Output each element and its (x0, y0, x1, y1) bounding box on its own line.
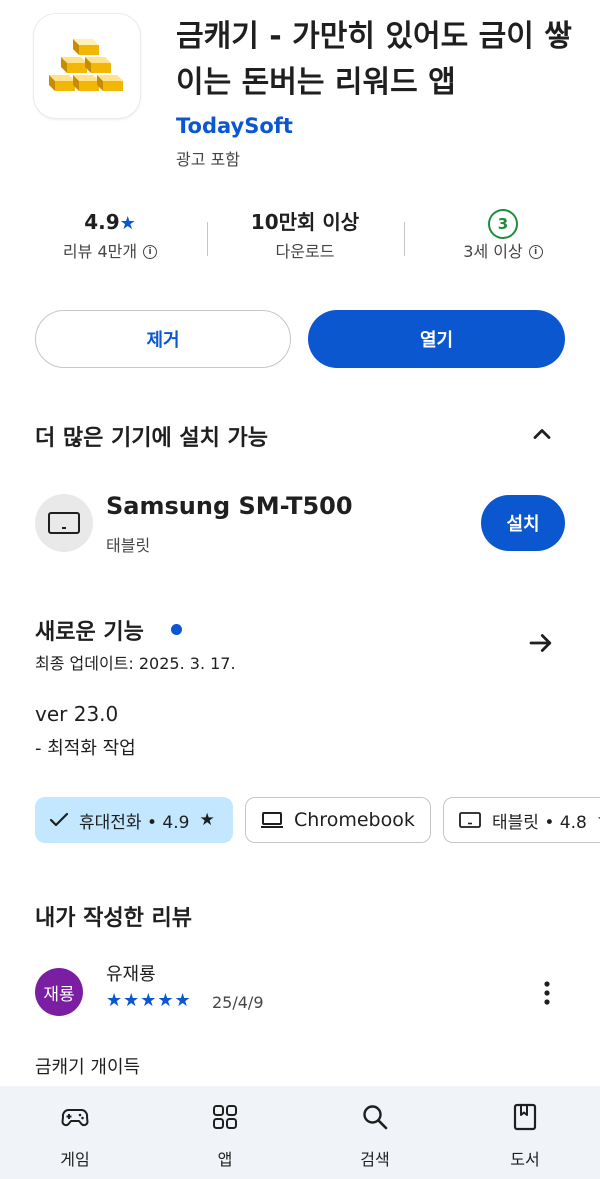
reviewer-name: 유재룡 (106, 964, 156, 985)
chip-phone-label: 휴대전화 • 4.9 (79, 812, 190, 833)
device-type: 태블릿 (106, 536, 151, 555)
nav-label-apps: 앱 (217, 1150, 233, 1169)
remove-button[interactable]: 제거 (35, 310, 291, 368)
last-updated: 최종 업데이트: 2025. 3. 17. (35, 654, 236, 673)
rating-value: 4.9 (84, 210, 120, 234)
laptop-icon (261, 812, 283, 828)
device-avatar (35, 494, 93, 552)
downloads-label: 다운로드 (275, 242, 335, 261)
nav-label-books: 도서 (510, 1150, 540, 1169)
search-icon (363, 1105, 388, 1130)
device-name: Samsung SM-T500 (106, 492, 353, 520)
arrow-right-icon[interactable] (526, 628, 556, 658)
apps-grid-icon (213, 1105, 237, 1129)
release-notes: - 최적화 작업 (35, 738, 136, 759)
nav-item-apps[interactable]: 앱 (165, 1086, 285, 1179)
my-review-title: 내가 작성한 리뷰 (35, 906, 192, 931)
nav-label-search: 검색 (360, 1150, 390, 1169)
stats-divider (404, 222, 405, 256)
book-icon (513, 1103, 537, 1131)
gamepad-icon (61, 1109, 89, 1127)
more-vert-icon[interactable] (535, 978, 559, 1008)
age-rating-stat[interactable]: 3 3세 이상 i (450, 206, 556, 266)
whats-new-title[interactable]: 새로운 기능 (35, 614, 144, 646)
avatar: 재룡 (35, 968, 83, 1016)
chip-tablet-label: 태블릿 • 4.8 (492, 812, 587, 833)
version-text: ver 23.0 (35, 702, 119, 726)
chip-chromebook[interactable]: Chromebook (245, 797, 431, 843)
app-icon[interactable] (34, 14, 140, 118)
install-button[interactable]: 설치 (481, 495, 565, 551)
age-rating-label: 3세 이상 (463, 242, 523, 261)
downloads-stat: 10만회 이상 다운로드 (240, 206, 370, 266)
stats-divider (207, 222, 208, 256)
review-date: 25/4/9 (212, 993, 264, 1012)
nav-label-games: 게임 (60, 1150, 90, 1169)
more-devices-title: 더 많은 기기에 설치 가능 (35, 426, 269, 451)
age-rating-badge: 3 (488, 209, 518, 239)
rating-stat[interactable]: 4.9★ 리뷰 4만개 i (55, 206, 165, 266)
info-icon: i (143, 245, 158, 259)
new-indicator-dot (171, 624, 182, 635)
chip-tablet[interactable]: 태블릿 • 4.8★ (443, 797, 600, 843)
nav-item-games[interactable]: 게임 (15, 1086, 135, 1179)
nav-item-books[interactable]: 도서 (465, 1086, 585, 1179)
info-icon: i (528, 245, 543, 259)
app-detail-page: 금캐기 - 가만히 있어도 금이 쌓이는 돈버는 리워드 앱 TodaySoft… (0, 0, 600, 1179)
check-icon (49, 812, 69, 827)
bottom-nav: 게임 앱 검색 도서 (0, 1086, 600, 1179)
star-icon: ★ (199, 810, 215, 830)
downloads-value: 10만회 이상 (250, 210, 360, 234)
ads-label: 광고 포함 (176, 150, 240, 169)
review-text: 금캐기 개이득 (35, 1057, 141, 1078)
open-button[interactable]: 열기 (308, 310, 565, 368)
star-icon: ★ (119, 213, 136, 234)
chip-chromebook-label: Chromebook (294, 809, 415, 831)
review-stars: ★★★★★ (106, 990, 192, 1011)
gold-bars-icon (49, 39, 123, 91)
tablet-icon (459, 812, 481, 828)
nav-item-search[interactable]: 검색 (315, 1086, 435, 1179)
chevron-up-icon[interactable] (528, 420, 556, 448)
reviews-count: 리뷰 4만개 (62, 242, 138, 261)
app-title: 금캐기 - 가만히 있어도 금이 쌓이는 돈버는 리워드 앱 (176, 19, 572, 100)
tablet-icon (48, 512, 80, 534)
chip-phone[interactable]: 휴대전화 • 4.9 ★ (35, 797, 233, 843)
developer-link[interactable]: TodaySoft (176, 114, 293, 138)
stats-row: 4.9★ 리뷰 4만개 i 10만회 이상 다운로드 3 3세 이상 i (0, 206, 600, 274)
